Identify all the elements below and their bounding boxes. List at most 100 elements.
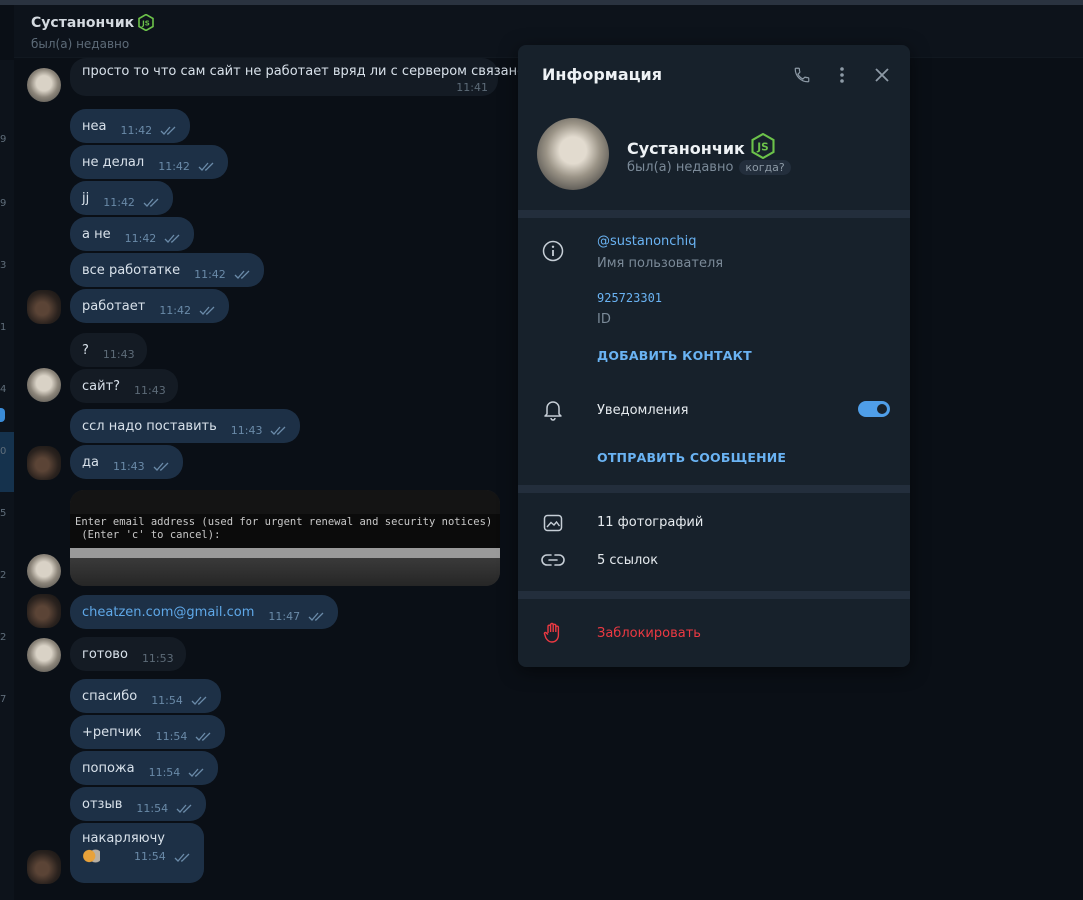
close-icon: [875, 68, 889, 82]
message-text: не делал: [82, 154, 145, 170]
chat-list-time-digit: 9: [0, 198, 7, 209]
chat-list-time-digit: 1: [0, 322, 7, 333]
section-divider: [518, 485, 910, 493]
message-bubble[interactable]: cheatzen.com@gmail.com 11:47: [70, 595, 339, 629]
photo-top-band: [70, 490, 500, 514]
profile-name-text: Сустанончик: [627, 138, 745, 158]
avatar[interactable]: [27, 446, 61, 480]
message-time: 11:47: [268, 609, 301, 623]
message-text: +репчик: [82, 724, 142, 740]
message-list[interactable]: просто то что сам сайт не работает вряд …: [14, 58, 525, 900]
avatar[interactable]: [27, 68, 61, 102]
toggle-knob: [877, 404, 887, 414]
kebab-menu-icon: [840, 67, 844, 83]
block-user-button[interactable]: Заблокировать: [597, 626, 701, 641]
terminal-line: (Enter 'c' to cancel):: [75, 529, 221, 541]
message-bubble[interactable]: сайт? 11:43: [70, 369, 178, 403]
read-checkmarks-icon: [174, 852, 192, 862]
message-time: 11:42: [158, 159, 190, 173]
message-bubble[interactable]: работает 11:42: [70, 289, 230, 323]
chat-list-time-digit: 2: [0, 632, 7, 643]
message-bubble[interactable]: спасибо 11:54: [70, 679, 221, 713]
email-link[interactable]: cheatzen.com@gmail.com: [82, 605, 254, 620]
id-value[interactable]: 925723301: [597, 291, 662, 305]
username-value[interactable]: @sustanonchiq: [597, 234, 697, 249]
profile-status: был(а) недавно когда?: [627, 160, 791, 175]
message-text: jj: [82, 190, 90, 206]
message-text: накарляючу: [82, 831, 165, 846]
message-bubble[interactable]: ссл надо поставить 11:43: [70, 409, 301, 443]
avatar[interactable]: [27, 368, 61, 402]
notifications-toggle[interactable]: [858, 401, 890, 417]
chat-list-time-digit: 7: [0, 694, 7, 705]
user-info-panel: Информация Сустанончик JS был(а) недавно…: [518, 45, 910, 667]
avatar[interactable]: [27, 850, 61, 884]
message-time: 11:42: [103, 195, 135, 209]
read-checkmarks-icon: [176, 803, 194, 813]
read-checkmarks-icon: [143, 197, 161, 207]
message-time: 11:54: [134, 850, 166, 863]
chat-list-time-digit: 9: [0, 134, 7, 145]
selected-chat-edge[interactable]: [0, 432, 14, 492]
avatar[interactable]: [27, 554, 61, 588]
chat-list-edge: 9 9 3 1 4 0 5 2 2 7: [0, 60, 14, 900]
message-text: неа: [82, 118, 107, 134]
more-options-button[interactable]: [832, 65, 852, 85]
call-button[interactable]: [792, 65, 812, 85]
message-time: 11:42: [124, 231, 157, 245]
message-bubble[interactable]: накарляючу 11:54: [70, 823, 204, 883]
chat-list-time-digit: 2: [0, 570, 7, 581]
message-text: отзыв: [82, 796, 123, 812]
screenshot-photo[interactable]: Enter email address (used for urgent ren…: [70, 490, 500, 586]
avatar[interactable]: [27, 638, 61, 672]
when-badge[interactable]: когда?: [739, 160, 791, 175]
chat-name-text: Сустанончик: [31, 14, 135, 31]
message-time: 11:42: [159, 303, 192, 317]
message-bubble[interactable]: просто то что сам сайт не работает вряд …: [70, 58, 525, 96]
unread-marker: [0, 408, 5, 422]
hand-stop-icon: [541, 621, 565, 645]
message-bubble[interactable]: jj 11:42: [70, 181, 173, 215]
message-time: 11:41: [456, 81, 488, 94]
message-bubble[interactable]: ? 11:43: [70, 333, 147, 367]
links-count-link[interactable]: 5 ссылок: [597, 553, 658, 568]
profile-name: Сустанончик JS: [627, 132, 775, 163]
panel-title: Информация: [542, 65, 662, 84]
avatar[interactable]: [27, 594, 61, 628]
message-bubble[interactable]: отзыв 11:54: [70, 787, 207, 821]
message-bubble[interactable]: неа 11:42: [70, 109, 191, 143]
message-bubble[interactable]: да 11:43: [70, 445, 183, 479]
add-contact-button[interactable]: ДОБАВИТЬ КОНТАКТ: [597, 348, 752, 363]
message-time: 11:42: [120, 123, 153, 137]
message-bubble[interactable]: попожа 11:54: [70, 751, 219, 785]
avatar[interactable]: [27, 290, 61, 324]
message-bubble[interactable]: не делал 11:42: [70, 145, 228, 179]
message-bubble[interactable]: +репчик 11:54: [70, 715, 226, 749]
terminal-line: Enter email address (used for urgent ren…: [75, 516, 493, 528]
message-text: сайт?: [82, 378, 121, 394]
photo-icon: [541, 511, 565, 535]
message-bubble[interactable]: все работатке 11:42: [70, 253, 264, 287]
link-icon: [541, 548, 565, 572]
message-text: просто то что сам сайт не работает вряд …: [82, 64, 526, 79]
message-bubble[interactable]: готово 11:53: [70, 637, 186, 671]
message-bubble[interactable]: а не 11:42: [70, 217, 195, 251]
terminal-text: Enter email address (used for urgent ren…: [70, 514, 500, 548]
read-checkmarks-icon: [164, 233, 182, 243]
read-checkmarks-icon: [199, 305, 217, 315]
photos-count-link[interactable]: 11 фотографий: [597, 515, 703, 530]
read-checkmarks-icon: [191, 695, 209, 705]
profile-avatar[interactable]: [537, 118, 609, 190]
close-button[interactable]: [872, 65, 892, 85]
message-time: 11:43: [102, 347, 135, 361]
id-label: ID: [597, 312, 611, 327]
nodejs-emoji-icon: JS: [751, 132, 775, 163]
message-text: да: [82, 454, 99, 470]
message-text: а не: [82, 226, 111, 242]
send-message-button[interactable]: ОТПРАВИТЬ СООБЩЕНИЕ: [597, 450, 786, 465]
chat-list-time-digit: 5: [0, 508, 7, 519]
message-time: 11:54: [151, 693, 183, 707]
message-time: 11:43: [230, 423, 263, 437]
nodejs-emoji-icon: JS: [138, 14, 154, 31]
chat-title: Сустанончик JS: [31, 14, 154, 31]
